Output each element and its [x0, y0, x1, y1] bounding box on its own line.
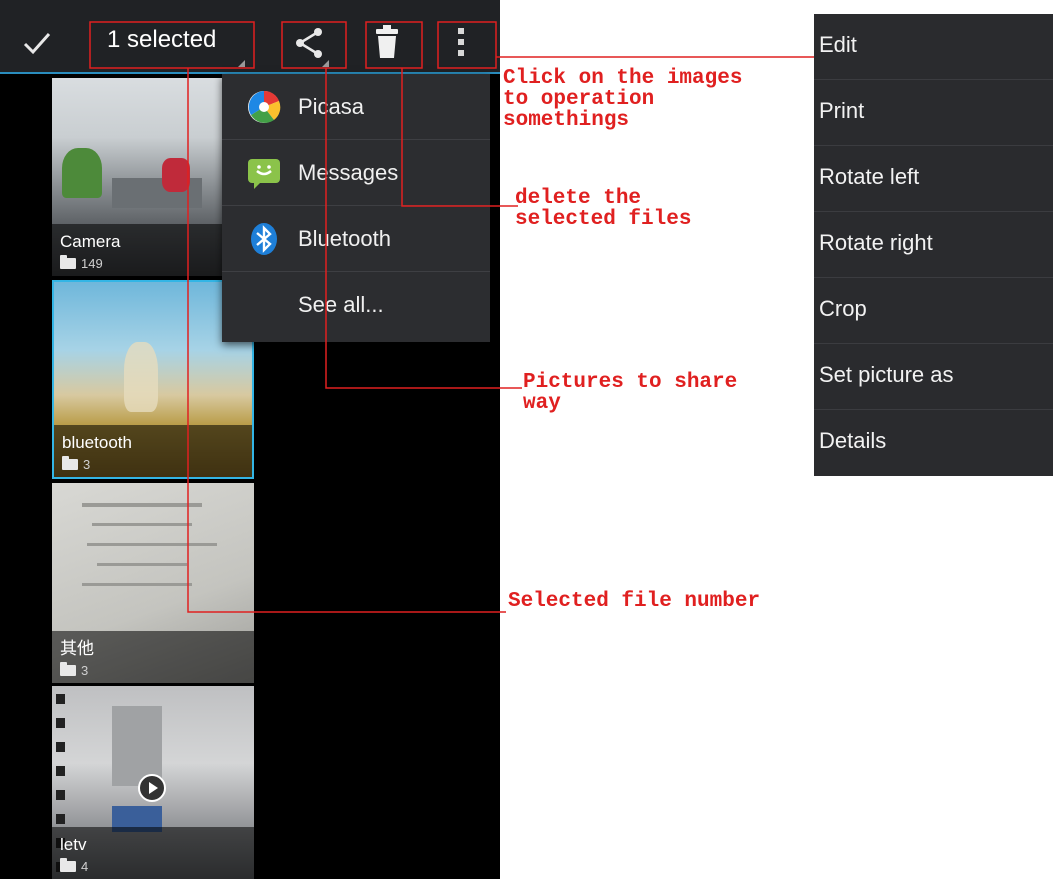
- share-item-bluetooth[interactable]: Bluetooth: [222, 206, 490, 272]
- menu-item-label: Print: [819, 98, 865, 123]
- annotation-delete: delete the selected files: [515, 187, 692, 231]
- menu-item-rotate-right[interactable]: Rotate right: [814, 212, 1053, 278]
- menu-item-label: Edit: [819, 32, 857, 57]
- album-name: 其他: [60, 639, 94, 658]
- folder-icon: [60, 858, 76, 872]
- album-count: 149: [81, 256, 103, 271]
- selected-count-dropdown[interactable]: 1 selected: [107, 26, 216, 54]
- share-item-messages[interactable]: Messages: [222, 140, 490, 206]
- share-item-label: See all...: [298, 292, 384, 317]
- album-thumbnail-other[interactable]: 其他 3: [52, 483, 254, 683]
- folder-icon: [62, 456, 78, 470]
- album-count: 3: [81, 663, 89, 678]
- share-item-see-all[interactable]: See all...: [222, 272, 490, 338]
- menu-item-label: Crop: [819, 296, 867, 321]
- album-thumbnail-letv[interactable]: letv 4: [52, 686, 254, 879]
- share-item-picasa[interactable]: Picasa: [222, 74, 490, 140]
- annotation-share: Pictures to share way: [523, 371, 738, 415]
- album-name: bluetooth: [62, 433, 132, 452]
- album-count: 3: [83, 457, 91, 472]
- share-item-label: Picasa: [298, 94, 365, 119]
- menu-item-rotate-left[interactable]: Rotate left: [814, 146, 1053, 212]
- menu-item-print[interactable]: Print: [814, 80, 1053, 146]
- picasa-icon: [248, 90, 281, 123]
- overflow-icon[interactable]: [455, 26, 467, 58]
- share-item-label: Messages: [298, 160, 399, 185]
- menu-item-edit[interactable]: Edit: [814, 14, 1053, 80]
- album-name: Camera: [60, 232, 121, 251]
- menu-item-label: Details: [819, 428, 887, 453]
- bluetooth-icon: [251, 223, 277, 255]
- check-icon[interactable]: [22, 28, 52, 58]
- album-name: letv: [60, 835, 87, 854]
- trash-icon[interactable]: [374, 24, 400, 60]
- folder-icon: [60, 662, 76, 676]
- play-icon[interactable]: [138, 774, 166, 802]
- annotation-selected: Selected file number: [508, 590, 761, 613]
- menu-item-details[interactable]: Details: [814, 410, 1053, 476]
- menu-item-label: Rotate right: [819, 230, 933, 255]
- phone-screen: 1 selected Camera 149 bluetooth 3 其他 3 l…: [0, 0, 500, 879]
- folder-icon: [60, 255, 76, 269]
- album-count: 4: [81, 859, 89, 874]
- share-menu: Picasa Messages Bluetooth See all...: [222, 74, 490, 342]
- overflow-menu: Edit Print Rotate left Rotate right Crop…: [814, 14, 1053, 476]
- dropdown-indicator-icon: [238, 60, 245, 67]
- menu-item-crop[interactable]: Crop: [814, 278, 1053, 344]
- share-icon[interactable]: [292, 26, 326, 60]
- annotation-operation: Click on the images to operation somethi…: [503, 67, 743, 132]
- share-dropdown-indicator-icon: [322, 60, 329, 67]
- menu-item-label: Set picture as: [819, 362, 954, 387]
- menu-item-label: Rotate left: [819, 164, 920, 189]
- menu-item-set-picture-as[interactable]: Set picture as: [814, 344, 1053, 410]
- share-item-label: Bluetooth: [298, 226, 391, 251]
- action-bar: 1 selected: [0, 0, 500, 74]
- messages-icon: [248, 159, 280, 189]
